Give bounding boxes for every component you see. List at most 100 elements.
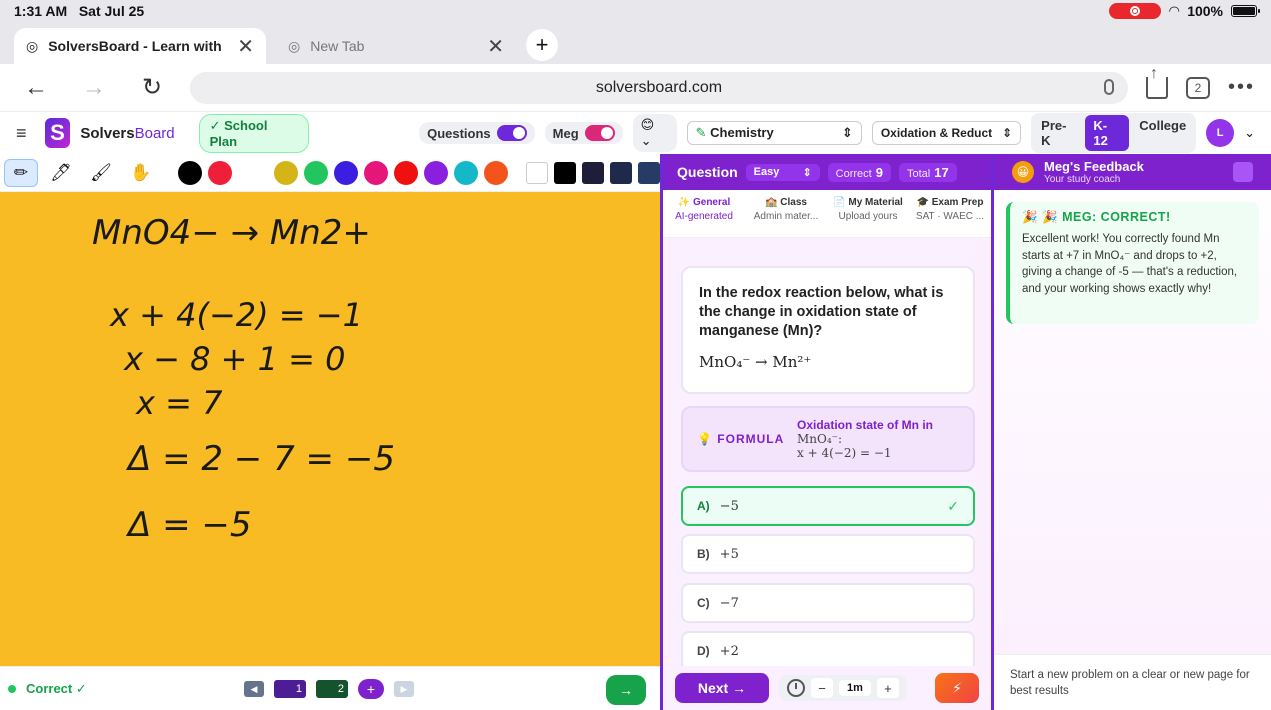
tab-exam-prep[interactable]: 🎓 Exam Prep SAT · WAEC ...: [909, 190, 991, 237]
level-college[interactable]: College: [1131, 115, 1194, 151]
color-swatch-red[interactable]: [208, 160, 232, 185]
brand-name: SolversBoard: [80, 124, 175, 142]
choice-c[interactable]: C) −7: [681, 583, 975, 623]
add-page-icon[interactable]: +: [358, 679, 384, 699]
url-field[interactable]: solversboard.com: [190, 71, 1128, 104]
share-icon[interactable]: [1145, 65, 1168, 99]
toggle-switch[interactable]: [584, 125, 615, 141]
updown-chevron-icon: ⇕: [1002, 126, 1013, 140]
color-swatch-black[interactable]: [178, 160, 202, 185]
chevron-down-icon[interactable]: ⌄: [1244, 125, 1255, 141]
level-pre-k[interactable]: Pre-K: [1033, 115, 1083, 151]
feedback-card-text: Excellent work! You correctly found Mn s…: [1022, 233, 1238, 295]
drawing-canvas[interactable]: MnO4− → Mn2+ x + 4(−2) = −1 x − 8 + 1 = …: [0, 192, 660, 666]
bg-swatch-dark-navy[interactable]: [582, 161, 604, 184]
level-k-12[interactable]: K-12: [1085, 115, 1130, 151]
topic-select[interactable]: Oxidation & Reduct ⇕: [871, 121, 1022, 145]
bg-swatch-white[interactable]: [526, 161, 548, 184]
question-header-title: Question: [677, 164, 738, 180]
color-swatch-cyan[interactable]: [454, 160, 478, 185]
status-time-date: 1:31 AM Sat Jul 25: [14, 3, 144, 19]
ios-status-bar: 1:31 AM Sat Jul 25 ◠ 100%: [0, 0, 1271, 22]
timer-decrease-button[interactable]: −: [811, 678, 833, 698]
bg-swatch-black[interactable]: [554, 161, 576, 184]
brush-tool-icon[interactable]: 🖌: [84, 159, 118, 187]
toggle-switch[interactable]: [496, 125, 527, 141]
pencil-icon: ✎: [695, 125, 707, 140]
question-expression: MnO₄⁻ → Mn²⁺: [699, 353, 812, 371]
choice-d[interactable]: D) +2: [681, 631, 975, 671]
lightning-icon[interactable]: ⚡: [935, 673, 979, 703]
formula-body: Oxidation state of Mn in MnO₄⁻: x + 4(−2…: [797, 418, 934, 460]
app-header: ≡ S SolversBoard ✓ School Plan Questions…: [0, 112, 1271, 154]
question-card: In the redox reaction below, what is the…: [681, 266, 975, 394]
microphone-icon[interactable]: [1103, 78, 1114, 95]
wifi-icon: ◠: [1169, 3, 1180, 18]
question-text: In the redox reaction below, what is the…: [699, 285, 944, 339]
tab-solversboard[interactable]: ◎ SolversBoard - Learn with ✕: [14, 28, 266, 64]
color-swatch-yellow[interactable]: [274, 160, 298, 185]
tab-new-tab[interactable]: ◎ New Tab ✕: [276, 28, 516, 64]
color-swatch-green[interactable]: [304, 160, 328, 185]
color-swatch-orange[interactable]: [484, 160, 508, 185]
prev-page-icon[interactable]: ◀: [244, 681, 264, 697]
question-source-tabs: ✨ General AI-generated 🏫 Class Admin mat…: [663, 190, 991, 238]
status-right: ◠ 100%: [1109, 3, 1260, 19]
bg-swatch-navy[interactable]: [610, 161, 632, 184]
timer-increase-button[interactable]: +: [876, 678, 899, 698]
formula-hint[interactable]: 💡 FORMULA Oxidation state of Mn in MnO₄⁻…: [681, 406, 975, 472]
bg-swatch-slate-blue[interactable]: [638, 161, 660, 184]
tab-title: SolversBoard - Learn with: [48, 38, 222, 54]
solversboard-logo-icon: S: [44, 118, 71, 148]
color-swatch-purple[interactable]: [424, 160, 448, 185]
feedback-subtitle: Your study coach: [1044, 173, 1121, 185]
formula-label: 💡 FORMULA: [697, 432, 785, 446]
school-plan-badge[interactable]: ✓ School Plan: [198, 113, 310, 153]
subject-select[interactable]: ✎ Chemistry ⇕: [686, 121, 862, 145]
feedback-card-head: 🎉 🎉 MEG: CORRECT!: [1022, 210, 1171, 224]
user-avatar[interactable]: L: [1206, 119, 1235, 147]
close-tab-icon[interactable]: ✕: [237, 34, 254, 59]
new-tab-plus-icon[interactable]: +: [526, 29, 558, 61]
pen-tool-icon[interactable]: 🖊: [44, 159, 78, 187]
screen-recording-icon[interactable]: [1109, 3, 1162, 19]
mood-selector[interactable]: 😊 ⌄: [632, 114, 677, 152]
battery-percent: 100%: [1187, 3, 1223, 19]
pencil-tool-icon[interactable]: ✏: [4, 158, 38, 187]
questions-toggle[interactable]: Questions: [419, 122, 535, 144]
question-panel: Question Easy ⇕ Correct 9 Total 17 ✨ Genera…: [660, 154, 994, 710]
tab-my-material[interactable]: 📄 My Material Upload yours: [827, 190, 909, 237]
tab-title: New Tab: [310, 38, 365, 54]
next-page-icon[interactable]: ▶: [394, 681, 414, 697]
tab-general[interactable]: ✨ General AI-generated: [663, 190, 745, 237]
back-arrow-icon[interactable]: ←: [16, 74, 56, 102]
page-thumb-2[interactable]: 2: [316, 680, 348, 698]
address-bar: ← → ↻ solversboard.com 2 •••: [0, 64, 1271, 112]
forward-arrow-icon[interactable]: →: [74, 74, 114, 102]
next-button[interactable]: Next →: [675, 673, 769, 703]
choice-a[interactable]: A) −5 ✓: [681, 486, 975, 526]
hamburger-menu-icon[interactable]: ≡: [16, 123, 27, 144]
handwriting-layer: MnO4− → Mn2+ x + 4(−2) = −1 x − 8 + 1 = …: [92, 213, 395, 545]
tab-class[interactable]: 🏫 Class Admin mater...: [745, 190, 827, 237]
page-thumb-1[interactable]: 1: [274, 680, 306, 698]
trash-icon[interactable]: [1233, 162, 1253, 182]
feedback-panel: 😀 Meg's Feedback Your study coach 🎉 🎉 ME…: [994, 154, 1271, 710]
meg-toggle[interactable]: Meg: [544, 122, 623, 144]
color-swatch-bright-red[interactable]: [394, 160, 418, 185]
handwriting-line-5: Δ = 2 − 7 = −5: [125, 439, 395, 479]
clock-icon: [787, 679, 805, 697]
question-footer: Next → − 1m + ⚡: [663, 666, 991, 710]
choice-b[interactable]: B) +5: [681, 534, 975, 574]
color-swatch-blue[interactable]: [334, 160, 358, 185]
color-swatch-pink[interactable]: [364, 160, 388, 185]
reload-icon[interactable]: ↻: [132, 73, 172, 102]
hand-tool-icon[interactable]: ✋: [124, 159, 158, 187]
more-options-icon[interactable]: •••: [1228, 76, 1255, 99]
close-tab-icon[interactable]: ✕: [487, 34, 504, 59]
difficulty-select[interactable]: Easy ⇕: [745, 163, 820, 181]
status-time: 1:31 AM: [14, 3, 68, 19]
tab-count-button[interactable]: 2: [1185, 76, 1210, 99]
submit-arrow-button[interactable]: →: [606, 675, 646, 705]
question-header: Question Easy ⇕ Correct 9 Total 17: [663, 154, 991, 190]
